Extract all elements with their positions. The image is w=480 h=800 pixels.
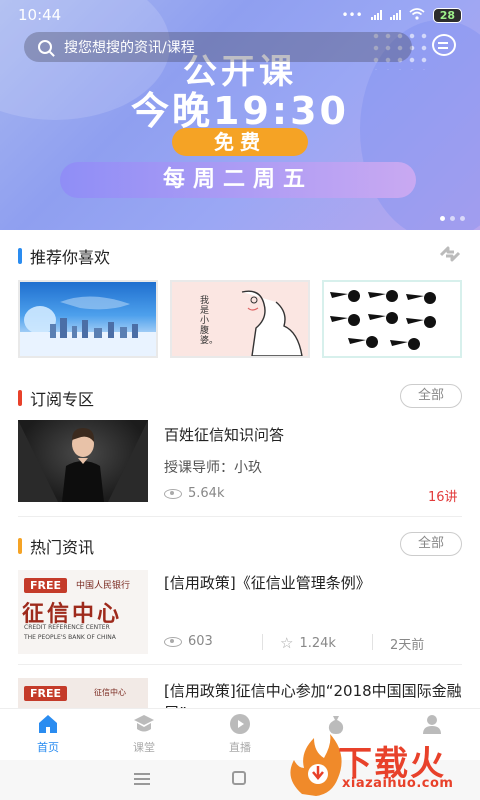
news-thumbnail[interactable]: FREE 征信中心 (18, 678, 148, 708)
tab-label: 直播 (229, 741, 251, 754)
app-screen: 公开课 今晚19:30 免费 每周二周五 10:44 ••• 28 搜您想搜的资… (0, 0, 480, 800)
profile-icon (423, 715, 441, 734)
eye-icon (164, 636, 182, 647)
course-lessons: 16讲 (428, 490, 458, 505)
news-likes: ☆ 1.24k (280, 634, 336, 652)
recommend-title: 推荐你喜欢 (30, 248, 111, 267)
more-dots-icon: ••• (341, 8, 363, 22)
tab-label: 首页 (37, 741, 59, 754)
course-thumbnail[interactable] (18, 420, 148, 502)
divider (262, 634, 263, 650)
subscribe-all-button[interactable]: 全部 (400, 384, 462, 408)
refresh-icon[interactable] (438, 246, 462, 262)
divider (18, 516, 462, 517)
classroom-icon (134, 715, 154, 732)
section-bar (18, 248, 22, 264)
poster-text: 我是小腹婆。 (200, 296, 219, 346)
thumb-en-text: CREDIT REFERENCE CENTER (24, 624, 110, 631)
news-title: 热门资讯 (30, 538, 95, 557)
course-views: 5.64k (164, 486, 224, 501)
tab-classroom[interactable]: 课堂 (96, 709, 192, 760)
status-bar: 10:44 ••• 28 (0, 0, 480, 30)
home-button-icon[interactable] (232, 771, 246, 785)
free-badge: FREE (24, 578, 68, 593)
banner-pager (440, 216, 465, 221)
live-icon (230, 714, 250, 734)
divider (18, 664, 462, 665)
thumb-en-text: THE PEOPLE'S BANK OF CHINA (24, 634, 116, 641)
signal-icon (389, 10, 401, 20)
menu-icon[interactable] (134, 773, 150, 785)
battery-icon: 28 (432, 7, 462, 23)
banner-time: 今晚19:30 (131, 89, 349, 133)
home-icon (39, 715, 57, 733)
recommend-header: 推荐你喜欢 (18, 244, 110, 268)
recommend-card-city[interactable] (18, 280, 158, 358)
message-icon[interactable] (432, 34, 456, 56)
news-header: 热门资讯 (18, 534, 94, 558)
eye-icon (164, 488, 182, 499)
news-title-1[interactable]: [信用政策]《征信业管理条例》 (164, 572, 371, 593)
star-icon: ☆ (280, 634, 294, 652)
news-thumbnail[interactable]: FREE 中国人民银行 征信中心 CREDIT REFERENCE CENTER… (18, 570, 148, 654)
divider (372, 634, 373, 650)
recommend-card-basketballs[interactable] (322, 280, 462, 358)
signal-icon (370, 10, 382, 20)
status-time: 10:44 (18, 6, 62, 24)
subscribe-title: 订阅专区 (30, 390, 95, 409)
section-bar (18, 538, 22, 554)
news-likes-count: 1.24k (299, 635, 336, 651)
course-teacher: 授课导师：小玖 (164, 460, 262, 476)
tab-live[interactable]: 直播 (192, 709, 288, 760)
banner-free-badge: 免费 (172, 128, 308, 156)
course-title[interactable]: 百姓征信知识问答 (164, 424, 284, 445)
banner-days: 每周二周五 (60, 162, 416, 198)
section-bar (18, 390, 22, 406)
news-views: 603 (164, 634, 213, 649)
tab-label: 课堂 (133, 741, 155, 754)
thumb-bank-text: 中国人民银行 (76, 581, 131, 591)
news-all-button[interactable]: 全部 (400, 532, 462, 556)
search-placeholder: 搜您想搜的资讯/课程 (64, 40, 195, 56)
free-badge: FREE (24, 686, 68, 701)
search-icon (38, 40, 52, 54)
course-views-count: 5.64k (188, 486, 225, 501)
watermark-url: xiazaihuo.com (342, 776, 454, 791)
wallet-icon (328, 716, 344, 734)
news-time: 2天前 (390, 638, 425, 653)
tab-home[interactable]: 首页 (0, 709, 96, 760)
news-views-count: 603 (188, 634, 213, 649)
wifi-icon (409, 7, 425, 23)
news-title-2[interactable]: [信用政策]征信中心参加“2018中国国际金融展” (164, 680, 464, 708)
thumb-name-text: 征信中心 (94, 688, 126, 697)
recommend-card-poster[interactable]: 我是小腹婆。 (170, 280, 310, 358)
subscribe-header: 订阅专区 (18, 386, 94, 410)
search-input[interactable]: 搜您想搜的资讯/课程 (24, 32, 412, 62)
